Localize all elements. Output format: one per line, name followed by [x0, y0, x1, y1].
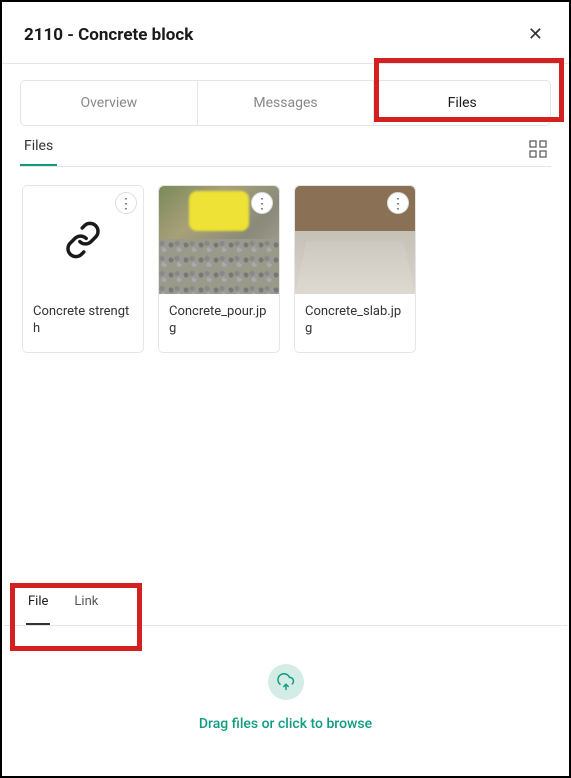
file-card[interactable]: ⋮ Concrete strength	[22, 185, 144, 353]
cloud-upload-icon	[277, 673, 295, 691]
tab-messages[interactable]: Messages	[198, 80, 374, 126]
tab-files[interactable]: Files	[373, 80, 551, 126]
upload-tab-link[interactable]: Link	[72, 580, 100, 625]
file-name-label: Concrete_slab.jpg	[295, 294, 415, 352]
upload-section: File Link Drag files or click to browse	[4, 580, 567, 774]
more-vertical-icon: ⋮	[391, 195, 405, 212]
modal-header: 2110 - Concrete block ✕	[2, 2, 569, 63]
upload-type-tabs: File Link	[4, 580, 567, 626]
tab-overview[interactable]: Overview	[20, 80, 198, 126]
upload-prompt-text: Drag files or click to browse	[24, 716, 547, 732]
main-tabs: Overview Messages Files	[2, 64, 569, 126]
file-menu-button[interactable]: ⋮	[115, 192, 137, 214]
grid-view-button[interactable]	[525, 132, 551, 166]
close-icon: ✕	[528, 24, 543, 44]
upload-tab-file[interactable]: File	[26, 580, 50, 625]
file-name-label: Concrete_pour.jpg	[159, 294, 279, 352]
link-icon	[64, 221, 102, 259]
grid-icon	[529, 140, 547, 158]
file-card[interactable]: ⋮ Concrete_pour.jpg	[158, 185, 280, 353]
files-subtab[interactable]: Files	[20, 126, 57, 166]
files-subheader: Files	[20, 126, 551, 167]
upload-icon-wrap	[268, 664, 304, 700]
upload-dropzone[interactable]: Drag files or click to browse	[4, 626, 567, 774]
file-card[interactable]: ⋮ Concrete_slab.jpg	[294, 185, 416, 353]
close-button[interactable]: ✕	[524, 20, 547, 49]
more-vertical-icon: ⋮	[119, 195, 133, 212]
more-vertical-icon: ⋮	[255, 195, 269, 212]
file-menu-button[interactable]: ⋮	[387, 192, 409, 214]
files-grid: ⋮ Concrete strength ⋮ Concrete_pour.jpg …	[2, 167, 569, 371]
modal-title: 2110 - Concrete block	[24, 25, 193, 45]
file-name-label: Concrete strength	[23, 294, 143, 352]
file-menu-button[interactable]: ⋮	[251, 192, 273, 214]
